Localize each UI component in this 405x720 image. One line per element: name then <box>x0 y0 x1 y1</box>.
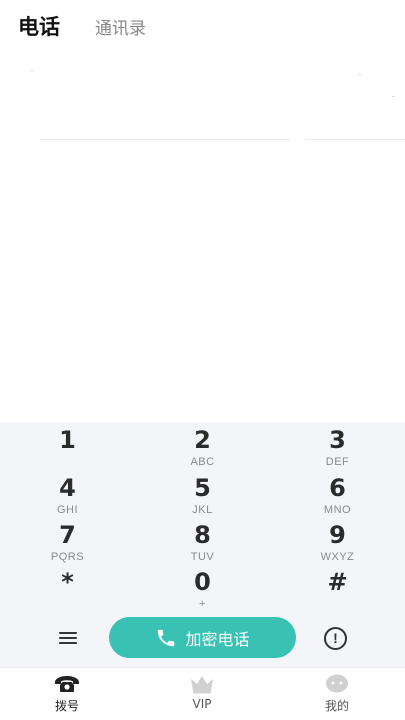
key-letters: ABC <box>190 456 215 468</box>
key-2[interactable]: 2 ABC <box>135 424 270 472</box>
crown-icon <box>191 676 213 694</box>
key-5[interactable]: 5 JKL <box>135 472 270 520</box>
phone-icon <box>158 629 175 646</box>
chat-face-icon <box>326 674 348 693</box>
key-digit: 5 <box>194 474 211 502</box>
decorative-dot <box>392 96 395 97</box>
top-tab-bar: 电话 通讯录 <box>0 0 405 52</box>
nav-mine[interactable]: 我的 <box>297 674 377 714</box>
key-digit: 1 <box>59 426 76 454</box>
info-icon[interactable]: ! <box>324 627 347 650</box>
key-7[interactable]: 7 PQRS <box>0 519 135 567</box>
key-letters: DEF <box>325 456 350 468</box>
key-8[interactable]: 8 TUV <box>135 519 270 567</box>
key-digit: # <box>327 568 348 596</box>
call-button-label: 加密电话 <box>185 629 250 649</box>
key-digit: 6 <box>329 474 346 502</box>
nav-vip[interactable]: VIP <box>162 674 242 711</box>
key-letters: JKL <box>192 504 213 516</box>
key-digit: * <box>61 568 74 596</box>
key-4[interactable]: 4 GHI <box>0 472 135 520</box>
tab-contacts[interactable]: 通讯录 <box>95 14 146 39</box>
tab-phone[interactable]: 电话 <box>18 11 60 41</box>
dial-action-row: 加密电话 ! <box>0 617 405 659</box>
bottom-nav: 拨号 VIP 我的 <box>0 667 405 720</box>
key-digit: 4 <box>59 474 76 502</box>
key-hash[interactable]: # <box>270 566 405 614</box>
key-0[interactable]: 0 + <box>135 566 270 614</box>
key-letters: WXYZ <box>320 551 355 563</box>
nav-vip-label: VIP <box>192 697 212 711</box>
dial-display-area <box>0 52 405 422</box>
key-3[interactable]: 3 DEF <box>270 424 405 472</box>
key-letters: + <box>199 598 206 610</box>
divider-line <box>305 139 405 140</box>
decorative-dot <box>358 74 361 75</box>
key-letters: TUV <box>190 551 215 563</box>
key-letters: GHI <box>56 504 79 516</box>
key-1[interactable]: 1 <box>0 424 135 472</box>
key-digit: 3 <box>329 426 346 454</box>
divider-line <box>40 139 290 140</box>
key-digit: 8 <box>194 521 211 549</box>
key-letters: MNO <box>323 504 352 516</box>
nav-dial-label: 拨号 <box>54 699 79 713</box>
key-digit: 0 <box>194 568 211 596</box>
encrypted-call-button[interactable]: 加密电话 <box>109 617 296 658</box>
key-digit: 7 <box>59 521 76 549</box>
key-6[interactable]: 6 MNO <box>270 472 405 520</box>
nav-dial[interactable]: 拨号 <box>27 674 107 714</box>
key-star[interactable]: * <box>0 566 135 614</box>
key-letters: PQRS <box>50 551 85 563</box>
telephone-icon <box>55 676 79 692</box>
key-9[interactable]: 9 WXYZ <box>270 519 405 567</box>
nav-mine-label: 我的 <box>324 699 349 713</box>
menu-icon[interactable] <box>57 629 79 647</box>
key-digit: 9 <box>329 521 346 549</box>
decorative-dot <box>30 70 33 71</box>
key-digit: 2 <box>194 426 211 454</box>
